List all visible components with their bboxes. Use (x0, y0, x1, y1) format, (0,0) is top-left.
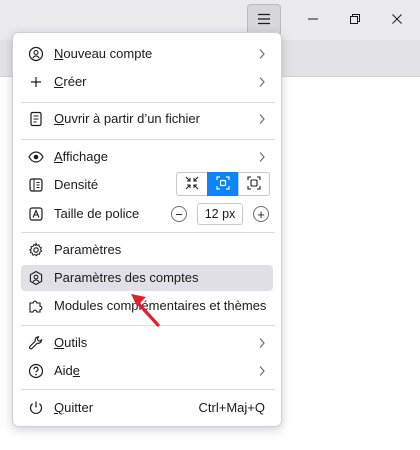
density-touch-icon (247, 175, 261, 193)
density-normal-icon (216, 175, 230, 193)
close-icon (391, 13, 403, 28)
menu-item-label: Créer (54, 74, 87, 89)
density-normal-button[interactable] (207, 172, 239, 196)
plus-icon (27, 73, 45, 91)
chevron-right-icon (255, 73, 269, 91)
density-touch-button[interactable] (238, 172, 270, 196)
account-settings-icon (27, 269, 45, 287)
menu-item-create[interactable]: Créer (21, 69, 273, 95)
minimize-icon (307, 13, 319, 28)
wrench-icon (27, 334, 45, 352)
menu-item-new-account[interactable]: Nouveau compte (21, 41, 273, 67)
menu-item-help[interactable]: Aide (21, 358, 273, 384)
file-icon (27, 110, 45, 128)
minimize-button[interactable] (290, 0, 336, 40)
menu-separator (21, 102, 275, 103)
chevron-right-icon (255, 148, 269, 166)
menu-item-font-size: Taille de police − 12 px + (21, 201, 273, 227)
font-size-control: − 12 px + (171, 201, 269, 227)
gear-icon (27, 241, 45, 259)
menu-separator (21, 389, 275, 390)
density-compact-button[interactable] (176, 172, 208, 196)
chevron-right-icon (255, 362, 269, 380)
chevron-right-icon (255, 110, 269, 128)
power-icon (27, 399, 45, 417)
font-size-icon (27, 205, 45, 223)
menu-separator (21, 232, 275, 233)
menu-item-label: Taille de police (54, 206, 140, 221)
quit-shortcut: Ctrl+Maj+Q (198, 400, 265, 415)
app-menu-panel: Nouveau compte Créer Ouvrir à partir d’u… (12, 32, 282, 427)
menu-item-label: Paramètres des comptes (54, 270, 199, 285)
eye-icon (27, 148, 45, 166)
density-compact-icon (185, 176, 199, 193)
density-icon (27, 176, 45, 194)
hamburger-icon (257, 13, 271, 28)
chevron-right-icon (255, 45, 269, 63)
restore-icon (349, 13, 361, 28)
menu-item-label: Quitter (54, 400, 94, 415)
menu-item-open-file[interactable]: Ouvrir à partir d’un fichier (21, 106, 273, 132)
menu-item-settings[interactable]: Paramètres (21, 237, 273, 263)
menu-item-label: Aide (54, 363, 81, 378)
menu-item-label: Outils (54, 335, 88, 350)
menu-item-label: Densité (54, 177, 99, 192)
puzzle-icon (27, 297, 45, 315)
account-icon (27, 45, 45, 63)
font-size-value: 12 px (197, 203, 243, 225)
red-arrow-annotation (131, 294, 160, 327)
restore-button[interactable] (332, 0, 378, 40)
font-size-increase-button[interactable]: + (253, 206, 269, 222)
font-size-decrease-button[interactable]: − (171, 206, 187, 222)
menu-item-view[interactable]: Affichage (21, 144, 273, 170)
chevron-right-icon (255, 334, 269, 352)
menu-item-label: Nouveau compte (54, 46, 153, 61)
menu-item-density: Densité (21, 172, 273, 198)
menu-item-quit[interactable]: Quitter Ctrl+Maj+Q (21, 395, 273, 421)
close-button[interactable] (374, 0, 420, 40)
menu-item-label: Affichage (54, 149, 108, 164)
density-selector (176, 172, 270, 198)
help-icon (27, 362, 45, 380)
menu-item-label: Paramètres (54, 242, 122, 257)
menu-separator (21, 139, 275, 140)
menu-item-label: Ouvrir à partir d’un fichier (54, 111, 200, 126)
